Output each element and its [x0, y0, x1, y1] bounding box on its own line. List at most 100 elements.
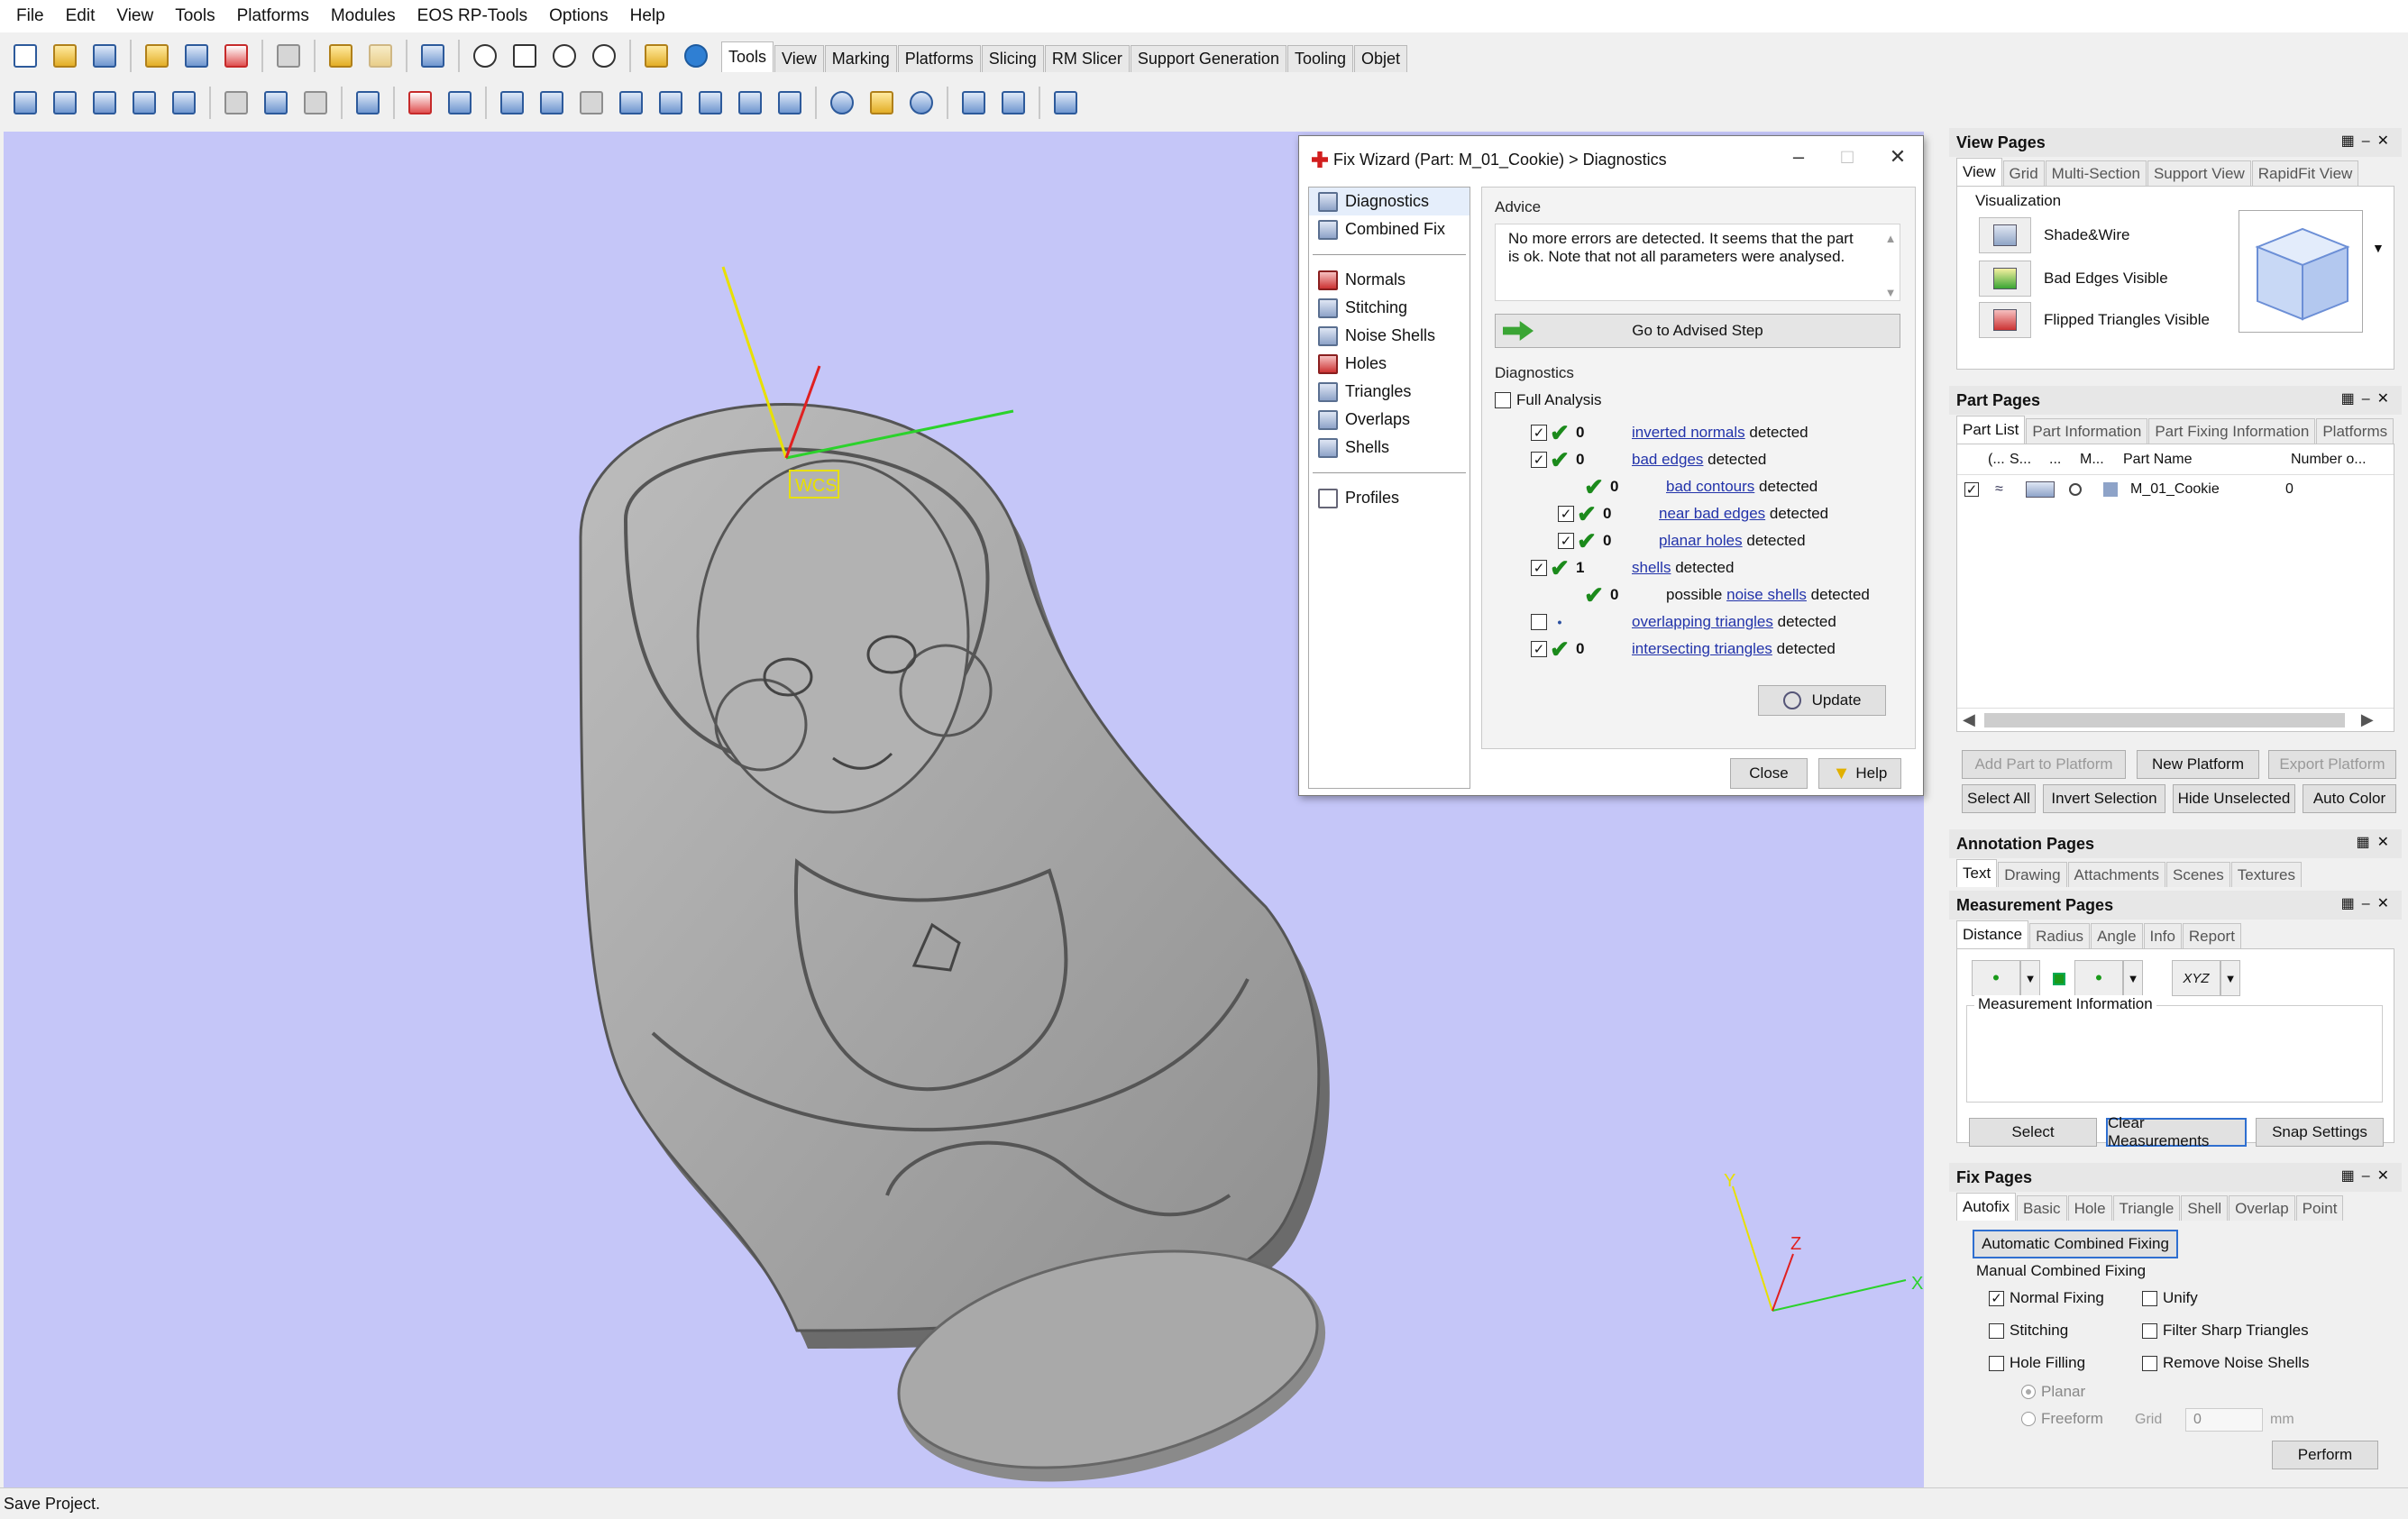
tab-rm-slicer[interactable]: RM Slicer	[1044, 45, 1130, 72]
shells-checkbox[interactable]: ✓	[1531, 560, 1547, 576]
panel-controls-icon[interactable]: ▦✕	[2356, 833, 2396, 851]
tab-drawing[interactable]: Drawing	[1998, 862, 2067, 887]
panel-controls-icon[interactable]: ▦–✕	[2341, 389, 2396, 407]
unify-checkbox[interactable]	[2142, 1290, 2157, 1306]
freeform-option[interactable]: Freeform	[2021, 1410, 2103, 1428]
menu-platforms[interactable]: Platforms	[226, 6, 320, 26]
part-visible-checkbox[interactable]: ✓	[1964, 482, 1979, 497]
planar-option[interactable]: Planar	[2021, 1383, 2085, 1401]
tab-scenes[interactable]: Scenes	[2166, 862, 2230, 887]
export-icon[interactable]	[1048, 86, 1083, 120]
menu-modules[interactable]: Modules	[320, 6, 407, 26]
tab-attachments[interactable]: Attachments	[2067, 862, 2166, 887]
tab-distance[interactable]: Distance	[1956, 920, 2029, 948]
new-file-icon[interactable]	[8, 39, 42, 73]
normal-fixing-checkbox[interactable]: ✓	[1989, 1290, 2004, 1306]
snap-settings-button[interactable]: Snap Settings	[2256, 1118, 2384, 1147]
table-row[interactable]: ✓ ≈ M_01_Cookie 0	[1957, 477, 2394, 502]
bad-edges-checkbox[interactable]: ✓	[1531, 452, 1547, 468]
menu-eos-rp-tools[interactable]: EOS RP-Tools	[407, 6, 538, 26]
add-part-icon[interactable]	[403, 86, 437, 120]
hole-filling-checkbox[interactable]	[1989, 1355, 2004, 1371]
menu-file[interactable]: File	[5, 6, 55, 26]
paste-icon[interactable]	[298, 86, 333, 120]
save-icon[interactable]	[87, 39, 122, 73]
nav-shells[interactable]: Shells	[1309, 434, 1470, 462]
view-dropdown-icon[interactable]: ▼	[2372, 241, 2385, 255]
tab-objet[interactable]: Objet	[1354, 45, 1408, 72]
undo-icon[interactable]	[324, 39, 358, 73]
nav-profiles[interactable]: Profiles	[1309, 484, 1470, 512]
tab-basic[interactable]: Basic	[2016, 1195, 2067, 1221]
sphere-icon[interactable]	[825, 86, 859, 120]
redo-icon[interactable]	[363, 39, 398, 73]
inverted-normals-link[interactable]: inverted normals	[1632, 424, 1745, 442]
remove-noise-shells-checkbox[interactable]	[2142, 1355, 2157, 1371]
overlapping-triangles-link[interactable]: overlapping triangles	[1632, 613, 1773, 631]
import-part-icon[interactable]	[443, 86, 477, 120]
close-project-icon[interactable]	[219, 39, 253, 73]
menu-edit[interactable]: Edit	[55, 6, 106, 26]
shells-link[interactable]: shells	[1632, 559, 1671, 577]
filter-sharp-triangles-option[interactable]: Filter Sharp Triangles	[2142, 1322, 2309, 1340]
intersecting-triangles-link[interactable]: intersecting triangles	[1632, 640, 1772, 658]
column-header[interactable]: ...	[2044, 452, 2074, 468]
select-button[interactable]: Select	[1969, 1118, 2097, 1147]
cut-plane-icon[interactable]	[654, 86, 688, 120]
column-header[interactable]: (...	[1957, 452, 2005, 468]
inverted-normals-checkbox[interactable]: ✓	[1531, 425, 1547, 441]
full-analysis-row[interactable]: Full Analysis	[1495, 388, 1601, 413]
tab-rapidfit-view[interactable]: RapidFit View	[2251, 160, 2359, 186]
close-icon[interactable]: ✕	[1880, 145, 1916, 174]
shade-wire-icon[interactable]	[1979, 217, 2031, 253]
help-button[interactable]: ▼ Help	[1818, 758, 1901, 789]
unify-option[interactable]: Unify	[2142, 1289, 2198, 1307]
perform-button[interactable]: Perform	[2272, 1441, 2378, 1469]
minimize-icon[interactable]: –	[1781, 145, 1817, 174]
nav-normals[interactable]: Normals	[1309, 266, 1470, 294]
flipped-triangles-icon[interactable]	[1979, 302, 2031, 338]
tab-support-view[interactable]: Support View	[2147, 160, 2251, 186]
tab-triangle[interactable]: Triangle	[2112, 1195, 2181, 1221]
part-array-icon[interactable]	[167, 86, 201, 120]
save-project-icon[interactable]	[179, 39, 214, 73]
near-bad-edges-checkbox[interactable]: ✓	[1558, 506, 1574, 522]
tab-grid[interactable]: Grid	[2002, 160, 2045, 186]
dropdown-icon[interactable]: ▼	[2220, 960, 2240, 996]
merge-icon[interactable]	[351, 86, 385, 120]
wand-icon[interactable]	[865, 86, 899, 120]
remove-noise-shells-option[interactable]: Remove Noise Shells	[2142, 1354, 2310, 1372]
part-copy-icon[interactable]	[48, 86, 82, 120]
explode-icon[interactable]	[996, 86, 1030, 120]
tab-shell[interactable]: Shell	[2181, 1195, 2229, 1221]
tab-report[interactable]: Report	[2182, 923, 2241, 948]
bad-edges-visible-row[interactable]: Bad Edges Visible	[1979, 261, 2168, 297]
tab-info[interactable]: Info	[2143, 923, 2182, 948]
menu-tools[interactable]: Tools	[164, 6, 225, 26]
extrude-icon[interactable]	[693, 86, 728, 120]
maximize-icon[interactable]: □	[1829, 145, 1865, 174]
tab-angle[interactable]: Angle	[2091, 923, 2143, 948]
update-button[interactable]: Update	[1758, 685, 1886, 716]
bad-edges-link[interactable]: bad edges	[1632, 451, 1703, 469]
panel-controls-icon[interactable]: ▦–✕	[2341, 894, 2396, 912]
point-snap-icon[interactable]: •	[1972, 960, 2020, 996]
stitching-option[interactable]: Stitching	[1989, 1322, 2068, 1340]
automatic-combined-fixing-button[interactable]: Automatic Combined Fixing	[1973, 1230, 2178, 1258]
intersecting-triangles-checkbox[interactable]: ✓	[1531, 641, 1547, 657]
go-to-advised-step-button[interactable]: Go to Advised Step	[1495, 314, 1900, 348]
nav-holes[interactable]: Holes	[1309, 350, 1470, 378]
menu-help[interactable]: Help	[619, 6, 676, 26]
help-icon[interactable]	[679, 39, 713, 73]
tab-slicing[interactable]: Slicing	[981, 45, 1044, 72]
part-rotate-icon[interactable]	[87, 86, 122, 120]
tab-radius[interactable]: Radius	[2029, 923, 2091, 948]
tab-marking[interactable]: Marking	[824, 45, 897, 72]
tab-part-information[interactable]: Part Information	[2026, 418, 2148, 444]
globe-icon[interactable]	[904, 86, 938, 120]
tab-view-page[interactable]: View	[1956, 158, 2002, 186]
nav-overlaps[interactable]: Overlaps	[1309, 406, 1470, 434]
nav-noise-shells[interactable]: Noise Shells	[1309, 322, 1470, 350]
xyz-icon[interactable]: XYZ	[2172, 960, 2220, 996]
scroll-thumb[interactable]	[1983, 712, 2345, 727]
